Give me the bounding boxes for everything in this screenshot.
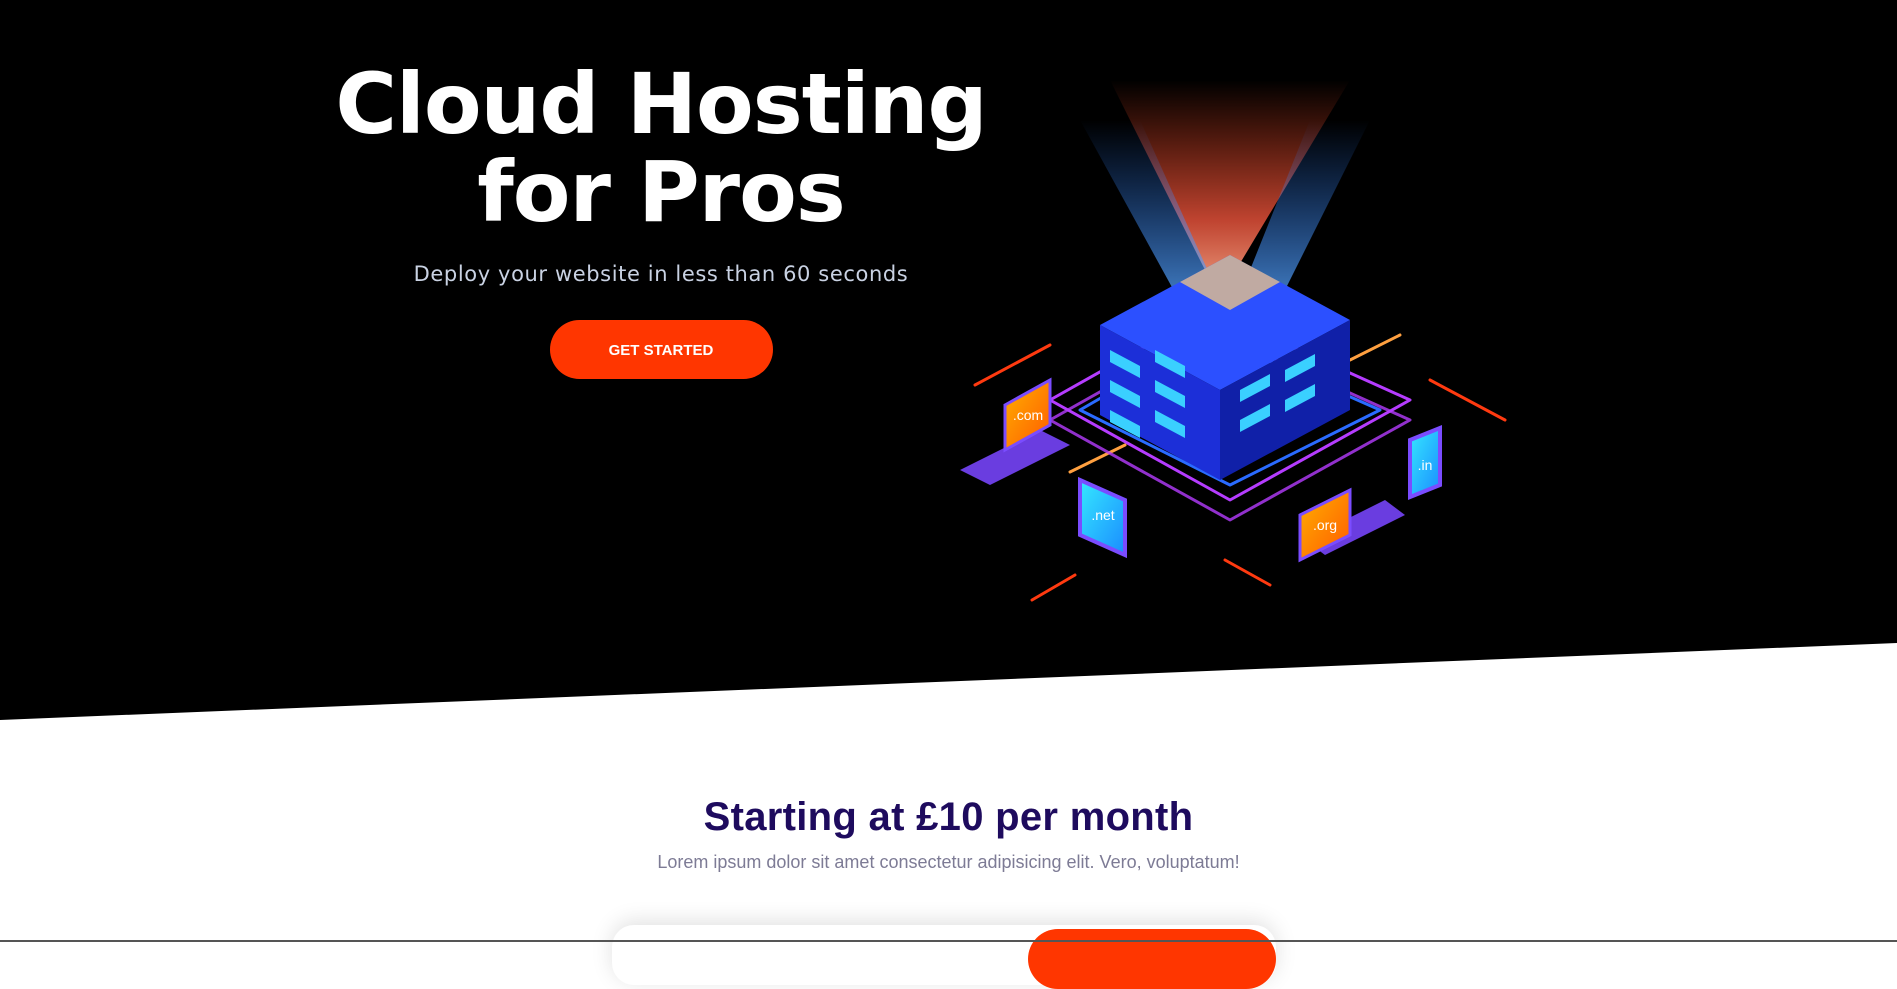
phone-in-icon: .in xyxy=(1408,425,1442,500)
pricing-subtitle: Lorem ipsum dolor sit amet consectetur a… xyxy=(657,852,1240,872)
device-label-in: .in xyxy=(1418,457,1433,473)
hosting-illustration: .com .net .org .in xyxy=(960,80,1507,602)
hero-content: Cloud Hosting for Pros Deploy your websi… xyxy=(300,60,1022,379)
device-label-org: .org xyxy=(1313,517,1337,533)
pricing-title: Starting at £10 per month xyxy=(703,795,1194,839)
pricing-section: Starting at £10 per month Lorem ipsum do… xyxy=(0,795,1897,873)
hero-subtitle: Deploy your website in less than 60 seco… xyxy=(413,262,909,286)
laptop-org-icon: .org xyxy=(1298,487,1405,563)
hero-title-line1: Cloud Hosting xyxy=(335,55,987,153)
server-stack-icon xyxy=(1100,255,1350,480)
get-started-button[interactable]: GET STARTED xyxy=(549,320,773,379)
hero-title-line2: for Pros xyxy=(477,143,846,241)
hero-title: Cloud Hosting for Pros xyxy=(300,60,1022,236)
laptop-com-icon: .com xyxy=(960,377,1070,485)
tablet-net-icon: .net xyxy=(1078,476,1127,559)
pricing-card-button[interactable] xyxy=(1028,929,1276,989)
device-label-com: .com xyxy=(1013,407,1043,423)
device-label-net: .net xyxy=(1091,507,1114,523)
